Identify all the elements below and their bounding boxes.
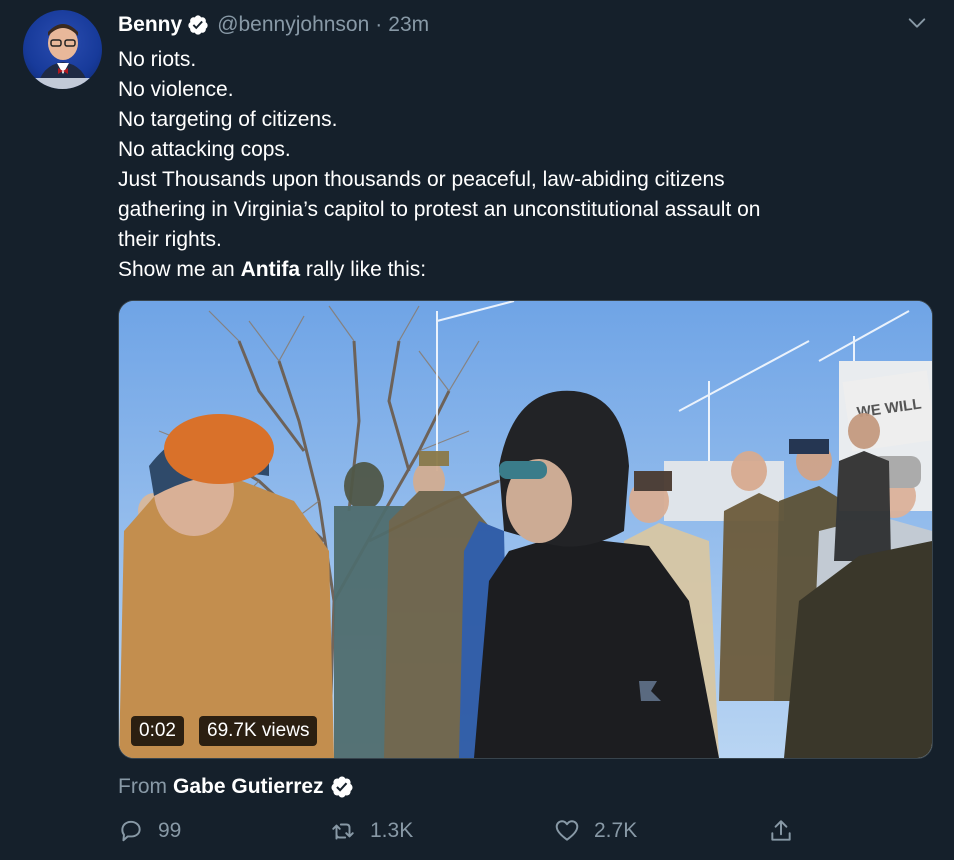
tweet-timestamp[interactable]: 23m bbox=[388, 13, 429, 37]
video-duration: 0:02 bbox=[131, 716, 184, 746]
reply-button[interactable]: 99 bbox=[118, 818, 181, 844]
retweet-count: 1.3K bbox=[370, 819, 414, 842]
tweet-header: Benny @bennyjohnson · 23m bbox=[118, 10, 429, 40]
video-attribution: From Gabe Gutierrez bbox=[118, 775, 354, 799]
video-frame: WE WILL bbox=[119, 301, 932, 758]
tweet-line: No targeting of citizens. bbox=[118, 108, 338, 131]
tweet-line: their rights. bbox=[118, 228, 222, 251]
share-button[interactable] bbox=[768, 818, 808, 844]
heart-icon bbox=[555, 820, 579, 841]
avatar-image bbox=[23, 24, 102, 89]
tweet-line: Just Thousands upon thousands or peacefu… bbox=[118, 168, 725, 191]
tweet-line-last: Show me an Antifa rally like this: bbox=[118, 255, 918, 285]
like-button[interactable]: 2.7K bbox=[554, 818, 637, 844]
attribution-author[interactable]: Gabe Gutierrez bbox=[173, 775, 324, 799]
retweet-button[interactable]: 1.3K bbox=[330, 818, 413, 844]
attribution-label: From bbox=[118, 775, 167, 798]
share-icon bbox=[771, 820, 791, 841]
retweet-icon bbox=[332, 823, 354, 840]
reply-count: 99 bbox=[158, 819, 182, 842]
avatar[interactable] bbox=[23, 10, 102, 89]
tweet-text-segment: Show me an bbox=[118, 258, 241, 281]
tweet-line: No attacking cops. bbox=[118, 138, 291, 161]
tweet-line: No violence. bbox=[118, 78, 234, 101]
video-view-count: 69.7K views bbox=[199, 716, 318, 746]
tweet-actions: 99 1.3K 2.7K bbox=[118, 818, 818, 854]
tweet-line: gathering in Virginia’s capitol to prote… bbox=[118, 198, 761, 221]
video-player[interactable]: WE WILL 0:02 69.7K views bbox=[118, 300, 933, 759]
tweet-text-segment: rally like this: bbox=[300, 258, 427, 281]
chevron-down-icon[interactable] bbox=[906, 12, 928, 34]
verified-badge-icon bbox=[331, 776, 353, 798]
tweet-text: No riots. No violence. No targeting of c… bbox=[118, 45, 918, 285]
verified-badge-icon bbox=[188, 15, 208, 35]
author-handle[interactable]: @bennyjohnson bbox=[217, 13, 369, 37]
like-count: 2.7K bbox=[594, 819, 638, 842]
separator-dot: · bbox=[375, 13, 383, 36]
tweet-line: No riots. bbox=[118, 48, 197, 71]
author-name[interactable]: Benny bbox=[118, 13, 182, 37]
tweet-text-bold: Antifa bbox=[240, 258, 301, 281]
reply-icon bbox=[121, 820, 141, 842]
